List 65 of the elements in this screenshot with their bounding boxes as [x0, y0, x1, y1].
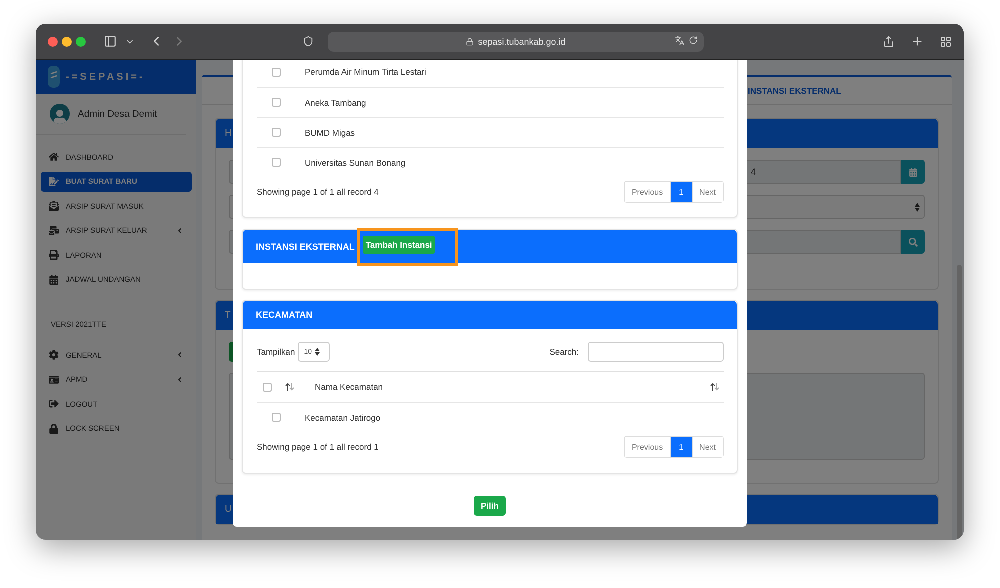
settings-icon — [49, 350, 59, 360]
stepper-icon — [915, 202, 920, 212]
id-card-icon — [49, 374, 59, 385]
document-pen-icon — [49, 176, 59, 187]
page-button[interactable]: 1 — [670, 182, 692, 202]
card-title: INSTANSI EKSTERNAL — [256, 242, 355, 252]
address-bar[interactable]: sepasi.tubankab.go.id — [328, 32, 704, 52]
row-checkbox[interactable] — [272, 413, 280, 422]
row-checkbox[interactable] — [272, 128, 280, 137]
url-text: sepasi.tubankab.go.id — [478, 36, 566, 46]
close-button[interactable] — [48, 36, 58, 46]
search-button[interactable] — [901, 230, 925, 254]
page-button[interactable]: Next — [692, 437, 723, 457]
shield-icon[interactable] — [303, 36, 314, 47]
tab[interactable]: INSTANSI EKSTERNAL — [748, 86, 842, 96]
reload-icon[interactable] — [689, 36, 698, 46]
logout-icon — [49, 399, 59, 410]
sort-icon[interactable] — [710, 383, 720, 391]
sort-icon[interactable] — [285, 383, 295, 391]
card-title: U — [225, 504, 232, 515]
search-icon — [908, 238, 918, 246]
lock-icon — [49, 424, 59, 434]
zoom-button[interactable] — [76, 36, 86, 46]
stepper-icon — [315, 348, 320, 356]
table-cell: Kecamatan Jatirogo — [305, 412, 381, 422]
card-title: KECAMATAN — [256, 310, 313, 320]
sidebar-icon[interactable] — [104, 35, 117, 48]
search-field[interactable] — [588, 342, 724, 362]
length-label: Tampilkan — [257, 347, 296, 357]
submit-button[interactable]: Pilih — [474, 496, 506, 516]
row-checkbox[interactable] — [272, 98, 280, 107]
row-checkbox[interactable] — [272, 158, 280, 167]
search-label: Search: — [550, 347, 579, 357]
lock-icon — [466, 38, 474, 46]
table-cell: BUMD Migas — [305, 128, 356, 138]
brand-name: -=SEPASI=- — [66, 72, 146, 82]
table-cell: Aneka Tambang — [305, 98, 366, 108]
row-checkbox[interactable] — [272, 68, 280, 76]
new-tab-icon[interactable] — [911, 35, 924, 48]
page-button[interactable]: Next — [692, 182, 723, 202]
scrollbar[interactable] — [957, 265, 962, 540]
logo-icon — [48, 66, 60, 88]
table-cell: Perumda Air Minum Tirta Lestari — [305, 67, 426, 77]
calendar-icon — [908, 168, 918, 176]
column-header: Nama Kecamatan — [315, 382, 384, 392]
envelope-icon — [49, 201, 59, 212]
translate-icon[interactable] — [675, 36, 685, 46]
record-summary: Showing page 1 of 1 all record 4 — [257, 187, 379, 197]
card-title: T — [225, 310, 231, 321]
add-button[interactable]: Tambah Instansi — [362, 236, 436, 254]
home-icon — [49, 152, 59, 162]
avatar-icon — [50, 104, 70, 124]
calendar-button[interactable] — [901, 160, 925, 184]
tab-overview-icon[interactable] — [940, 36, 952, 48]
calendar-icon — [49, 274, 59, 285]
header-checkbox[interactable] — [262, 382, 272, 392]
user-name: Admin Desa Demit — [78, 108, 158, 120]
printer-icon — [49, 250, 59, 260]
record-summary: Showing page 1 of 1 all record 1 — [257, 442, 379, 452]
card-title: H — [225, 128, 232, 139]
minimize-button[interactable] — [62, 36, 72, 46]
table-cell: Universitas Sunan Bonang — [305, 158, 406, 168]
share-icon[interactable] — [883, 36, 895, 48]
page-button[interactable]: 1 — [670, 437, 692, 457]
mail-stack-icon — [49, 226, 59, 236]
